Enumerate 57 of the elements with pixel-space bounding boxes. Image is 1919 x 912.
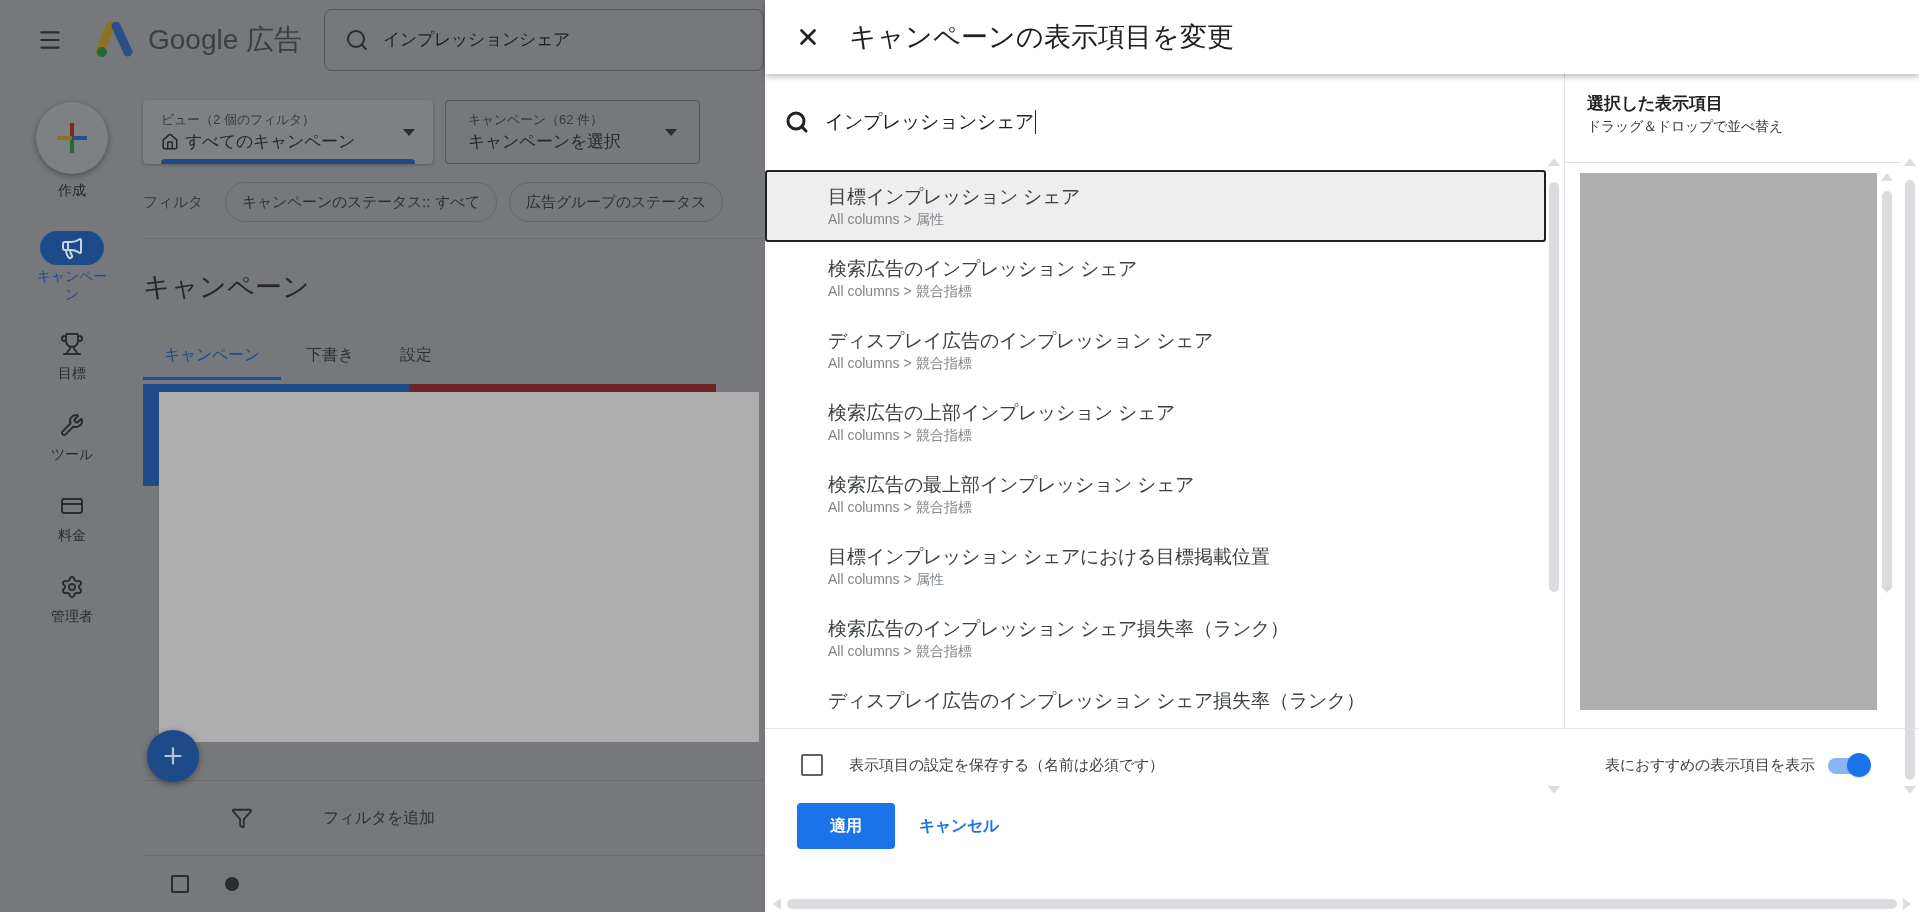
- scroll-left-icon[interactable]: [773, 898, 781, 910]
- dropdown-caret-icon: [403, 128, 415, 136]
- column-option[interactable]: 検索広告のインプレッション シェア損失率（ランク） All columns > 競合指標: [765, 602, 1546, 674]
- plus-icon: [56, 123, 87, 153]
- create-label: 作成: [57, 181, 86, 200]
- nav-icon: [59, 413, 84, 437]
- scroll-up-icon[interactable]: [1904, 158, 1916, 166]
- column-option[interactable]: 目標インプレッション シェアにおける目標掲載位置 All columns > 属性: [765, 530, 1546, 602]
- nav-item[interactable]: 目標: [26, 329, 117, 384]
- page-title: キャンペーン: [143, 271, 311, 304]
- scroll-up-icon[interactable]: [1548, 158, 1560, 166]
- cancel-button[interactable]: キャンセル: [917, 803, 1001, 849]
- scroll-down-icon[interactable]: [1881, 585, 1893, 593]
- search-icon: [345, 28, 370, 52]
- nav-icon: [59, 236, 84, 260]
- horizontal-scrollbar[interactable]: [773, 898, 1911, 910]
- column-option[interactable]: 検索広告の上部インプレッション シェア All columns > 競合指標: [765, 386, 1546, 458]
- brand-name: Google 広告: [148, 23, 303, 57]
- column-option[interactable]: ディスプレイ広告のインプレッション シェア All columns > 競合指標: [765, 314, 1546, 386]
- search-icon: [785, 110, 809, 134]
- nav-item[interactable]: キャンペーン: [26, 231, 117, 303]
- add-fab[interactable]: [147, 729, 199, 782]
- column-option[interactable]: 検索広告の最上部インプレッション シェア All columns > 競合指標: [765, 458, 1546, 530]
- selected-columns-title: 選択した表示項目: [1586, 93, 1724, 115]
- home-icon: [161, 132, 179, 151]
- apply-button[interactable]: 適用: [797, 803, 895, 849]
- scroll-down-icon[interactable]: [1548, 786, 1560, 794]
- tab[interactable]: 下書き: [285, 333, 375, 380]
- column-option[interactable]: 目標インプレッション シェア All columns > 属性: [765, 170, 1546, 242]
- scrollbar[interactable]: [1904, 158, 1916, 794]
- nav-item[interactable]: ツール: [26, 410, 117, 465]
- scroll-up-icon[interactable]: [1881, 173, 1893, 181]
- selected-columns-hint: ドラッグ＆ドロップで並べ替え: [1586, 117, 1784, 136]
- tab[interactable]: キャンペーン: [143, 333, 281, 380]
- create-button[interactable]: [35, 102, 108, 174]
- recommended-columns-label: 表におすすめの表示項目を表示: [1605, 754, 1815, 775]
- nav-icon: [59, 332, 84, 356]
- scroll-down-icon[interactable]: [1904, 786, 1916, 794]
- nav-item[interactable]: 管理者: [26, 572, 117, 627]
- scrollbar[interactable]: [1548, 158, 1560, 794]
- add-filter-button[interactable]: フィルタを追加: [323, 805, 435, 830]
- column-option[interactable]: ディスプレイ広告のインプレッション シェア損失率（ランク）: [765, 674, 1546, 728]
- dropdown-caret-icon: [665, 128, 677, 136]
- scroll-right-icon[interactable]: [1903, 898, 1911, 910]
- nav-icon: [59, 575, 84, 599]
- scrollbar[interactable]: [1881, 173, 1893, 593]
- tab[interactable]: 設定: [379, 333, 453, 380]
- save-settings-label: 表示項目の設定を保存する（名前は必須です）: [849, 754, 1164, 775]
- checkbox[interactable]: [171, 874, 189, 893]
- dialog-title: キャンペーンの表示項目を変更: [849, 20, 1234, 54]
- filter-label: フィルタ: [143, 191, 204, 212]
- column-search-field[interactable]: インプレッションシェア: [825, 107, 1036, 137]
- search-field[interactable]: インプレッションシェア: [324, 9, 765, 71]
- column-option[interactable]: 検索広告のインプレッション シェア All columns > 競合指標: [765, 242, 1546, 314]
- filter-icon: [231, 806, 253, 829]
- nav-item[interactable]: 料金: [26, 491, 117, 546]
- save-settings-checkbox[interactable]: [801, 754, 823, 776]
